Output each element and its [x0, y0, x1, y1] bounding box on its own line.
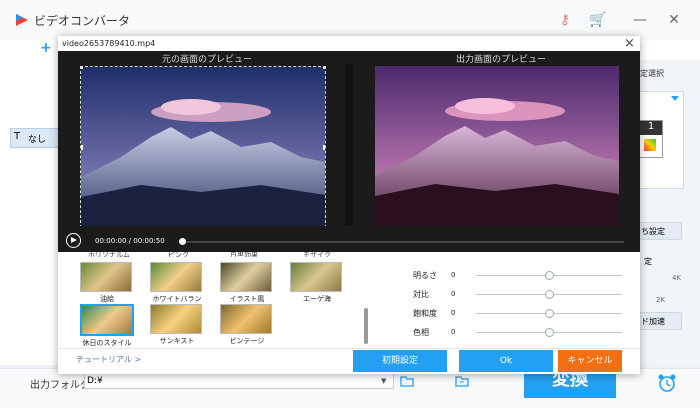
adjustment-value: 0 — [451, 328, 456, 336]
dialog-close-icon[interactable]: × — [624, 36, 635, 51]
output-folder-field[interactable]: D:¥ — [84, 373, 394, 389]
key-icon[interactable]: ⚷ — [555, 10, 575, 30]
adjustment-slider-thumb[interactable] — [545, 309, 554, 318]
filter-sunkist[interactable]: サンキスト — [150, 304, 204, 346]
filter-label-partial: 白黒効果 — [230, 252, 258, 257]
crop-handle[interactable] — [323, 67, 325, 69]
filter-label-partial: ピンク — [168, 252, 189, 257]
minimize-icon[interactable]: — — [630, 10, 650, 30]
tutorial-link[interactable]: チュートリアル > — [76, 354, 141, 365]
seek-thumb[interactable] — [179, 238, 186, 245]
setting-label: 定 — [644, 257, 652, 266]
format-icon: 1 — [639, 120, 663, 158]
cancel-button[interactable]: キャンセル — [558, 350, 622, 372]
quality-4k-label: 4K — [672, 274, 682, 282]
play-icon — [71, 237, 77, 243]
format-select-label: 定選択 — [640, 69, 664, 78]
crop-handle[interactable] — [81, 67, 83, 69]
dropdown-arrow-icon — [671, 96, 679, 101]
alarm-clock-icon[interactable] — [656, 372, 678, 394]
time-display: 00:00:00 / 00:00:50 — [95, 237, 165, 245]
adjustment-label: 色相 — [413, 328, 429, 337]
chevron-down-icon[interactable]: ▼ — [381, 377, 386, 385]
output-preview-image — [375, 66, 619, 226]
preview-divider — [345, 64, 353, 229]
preview-area: 元の画面のプレビュー 出力画面のプレビュー — [58, 51, 640, 239]
filter-scrollbar[interactable] — [364, 308, 368, 344]
filter-aegean[interactable]: エーゲ海 — [290, 262, 344, 304]
adjustment-value: 0 — [451, 309, 456, 317]
left-strip — [0, 60, 58, 365]
folder-merge-icon[interactable] — [455, 375, 469, 387]
original-preview-label: 元の画面のプレビュー — [162, 55, 253, 65]
original-preview-image[interactable] — [80, 66, 326, 228]
seek-bar[interactable] — [182, 241, 624, 243]
filter-oil-painting[interactable]: 油絵 — [80, 262, 134, 304]
filter-label-partial: モザイク — [303, 252, 331, 257]
filter-grid: ホリソナルム ピンク 白黒効果 モザイク 油絵 ホワイトバランス イラスト風 エ… — [58, 252, 368, 350]
adjustment-slider-thumb[interactable] — [545, 271, 554, 280]
filter-dialog: video2653789410.mp4 × 元の画面のプレビュー 出力画面のプレ… — [58, 36, 640, 374]
adjustment-value: 0 — [451, 290, 456, 298]
play-button[interactable] — [66, 233, 81, 248]
cart-icon[interactable]: 🛒 — [588, 10, 608, 30]
reset-button[interactable]: 初期設定 — [353, 350, 447, 372]
add-icon[interactable]: + — [40, 40, 52, 56]
crop-handle[interactable] — [81, 145, 83, 150]
filter-vintage[interactable]: ビンテージ — [220, 304, 274, 346]
folder-icon[interactable] — [400, 375, 414, 387]
subtitle-selector[interactable]: T なし — [10, 128, 60, 148]
divider — [58, 348, 640, 349]
output-preview-label: 出力画面のプレビュー — [456, 55, 547, 65]
filter-label-partial: ホリソナルム — [88, 252, 130, 257]
adjustment-value: 0 — [451, 271, 456, 279]
filter-holiday-style[interactable]: 休日のスタイル — [80, 304, 134, 348]
text-icon: T — [14, 131, 21, 142]
adjustment-slider-thumb[interactable] — [545, 290, 554, 299]
adjustment-label: 明るさ — [413, 271, 437, 280]
ok-button[interactable]: Ok — [459, 350, 553, 372]
adjustment-slider-thumb[interactable] — [545, 328, 554, 337]
app-logo-icon — [16, 14, 28, 26]
filter-illustration[interactable]: イラスト風 — [220, 262, 274, 304]
subtitle-value: なし — [28, 135, 47, 145]
dialog-title: video2653789410.mp4 — [62, 39, 156, 48]
app-title: ビデオコンバータ — [34, 14, 131, 28]
adjustment-label: 飽和度 — [413, 309, 437, 318]
quality-2k-label: 2K — [656, 296, 666, 304]
close-icon[interactable]: ✕ — [664, 10, 684, 30]
adjustment-label: 対比 — [413, 290, 429, 299]
crop-handle[interactable] — [323, 145, 325, 150]
